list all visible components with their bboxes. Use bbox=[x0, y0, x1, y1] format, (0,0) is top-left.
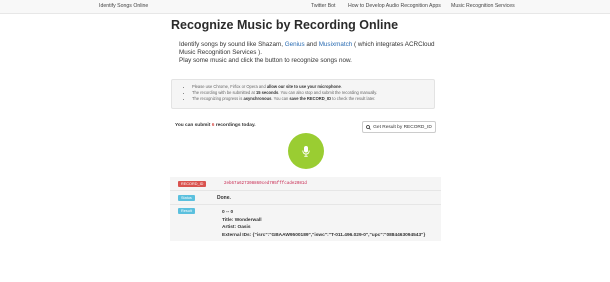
result-artist: Artist: Oasis bbox=[222, 225, 251, 230]
notice-item-2-pre: The recording with be submitted at bbox=[192, 90, 256, 95]
microphone-icon bbox=[302, 145, 310, 157]
notice-item-3-bold2: save the RECORD_ID bbox=[289, 96, 332, 101]
row-divider bbox=[170, 190, 441, 191]
submit-count-text: You can submit 6 recordings today. bbox=[175, 123, 256, 128]
get-result-button[interactable]: Get Result by RECORD_ID bbox=[362, 121, 436, 133]
result-line: 0 -- 0 bbox=[222, 210, 234, 215]
notice-item-3: The recognizing progress is asynchronous… bbox=[192, 96, 434, 102]
get-result-label: Get Result by RECORD_ID bbox=[373, 124, 432, 130]
nav-link-twitter-bot[interactable]: Twitter Bot bbox=[311, 3, 336, 9]
musixmatch-link[interactable]: Musixmatch bbox=[319, 41, 353, 48]
intro-part1: Identify songs by sound like Shazam, bbox=[179, 41, 285, 48]
notice-item-1-post: . bbox=[340, 84, 342, 89]
result-panel: RECORD_ID 2eb67a627308860ced705fffcade20… bbox=[170, 177, 441, 241]
notice-item-3-post: to check the result later. bbox=[331, 96, 376, 101]
notice-box: Please use Chrome, Firfox or Opera and a… bbox=[171, 79, 435, 109]
row-divider bbox=[170, 204, 441, 205]
notice-item-3-mid: . You can bbox=[271, 96, 290, 101]
submit-prefix: You can submit bbox=[175, 123, 212, 128]
notice-item-1-bold: allow our site to use your microphone bbox=[266, 84, 341, 89]
result-title: Title: Wonderwall bbox=[222, 217, 262, 223]
notice-item-1-pre: Please use Chrome, Firfox or Opera and bbox=[192, 84, 267, 89]
result-details: 0 -- 0 Title: Wonderwall Artist: Oasis E… bbox=[222, 209, 425, 239]
search-icon bbox=[366, 124, 371, 130]
notice-item-2-post: . You can also stop and submit the recor… bbox=[278, 90, 378, 95]
genius-link[interactable]: Genius bbox=[285, 41, 305, 48]
notice-item-3-bold: asynchronous bbox=[243, 96, 272, 101]
notice-item-2-bold: 15 seconds bbox=[255, 90, 279, 95]
intro-text: Identify songs by sound like Shazam, Gen… bbox=[179, 41, 449, 66]
nav-link-recognition-services[interactable]: Music Recognition Services bbox=[451, 3, 515, 9]
page-title: Recognize Music by Recording Online bbox=[171, 18, 399, 32]
submit-suffix: recordings today. bbox=[214, 123, 256, 128]
record-id-label: RECORD_ID bbox=[178, 181, 207, 187]
result-label: Result bbox=[178, 208, 195, 214]
nav-brand[interactable]: Identify Songs Online bbox=[99, 3, 148, 9]
status-label: Status bbox=[178, 195, 195, 201]
status-value: Done. bbox=[217, 195, 231, 201]
top-navbar: Identify Songs Online Twitter Bot How to… bbox=[0, 0, 610, 14]
intro-line2: Play some music and click the button to … bbox=[179, 57, 352, 65]
notice-item-3-pre: The recognizing progress is bbox=[192, 96, 244, 101]
record-mic-button[interactable] bbox=[288, 133, 324, 169]
nav-link-develop-apps[interactable]: How to Develop Audio Recognition Apps bbox=[348, 3, 441, 9]
intro-and: and bbox=[304, 41, 319, 48]
record-id-value: 2eb67a627308860ced705fffcade2081d bbox=[224, 182, 307, 186]
result-external-ids: External IDs: {"isrc":"GBAAW9500189","is… bbox=[222, 232, 426, 238]
